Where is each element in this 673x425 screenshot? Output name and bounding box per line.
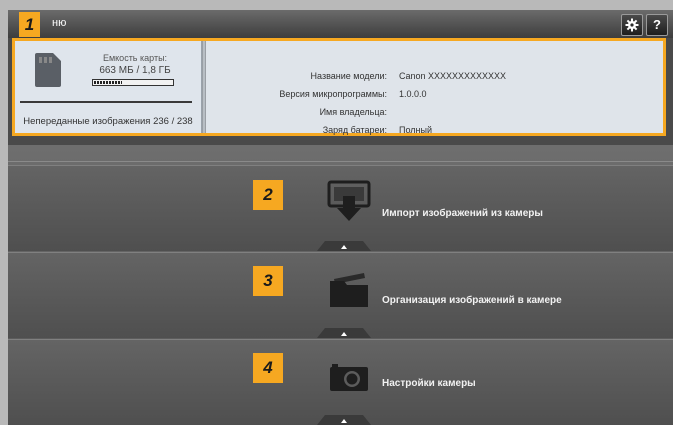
main-menu: Импорт изображений из камеры Организация… (8, 145, 673, 425)
camera-info-panel: Емкость карты: 663 МБ / 1,8 ГБ Непередан… (12, 38, 666, 136)
main-window: ню ? 1 Емкость карты: 663 МБ / 1,8 ГБ Не… (8, 10, 673, 425)
panel-divider (202, 41, 206, 133)
menu-label-organize: Организация изображений в камере (382, 295, 562, 306)
menu-label-camera-settings: Настройки камеры (382, 378, 476, 389)
info-row-battery: Заряд батареи: Полный (207, 125, 663, 137)
expand-tab-import[interactable] (317, 241, 371, 251)
firmware-label: Версия микропрограммы: (279, 89, 387, 99)
menu-item-organize[interactable]: Организация изображений в камере (8, 252, 673, 338)
model-value: Canon XXXXXXXXXXXXX (399, 71, 507, 81)
window-title: ню (52, 17, 67, 29)
expand-tab-organize[interactable] (317, 328, 371, 338)
settings-button[interactable] (621, 14, 643, 36)
gear-icon (625, 18, 639, 32)
step-badge-3: 3 (253, 266, 283, 296)
battery-label: Заряд батареи: (322, 125, 387, 135)
expand-arrow-icon (317, 328, 371, 338)
owner-label: Имя владельца: (319, 107, 387, 117)
firmware-value: 1.0.0.0 (399, 89, 427, 99)
step-badge-1: 1 (19, 12, 40, 37)
info-row-owner: Имя владельца: (207, 107, 663, 119)
info-row-model: Название модели: Canon XXXXXXXXXXXXX (207, 71, 663, 83)
expand-arrow-icon (317, 241, 371, 251)
capacity-label: Емкость карты: (102, 53, 168, 63)
menu-separator (8, 161, 673, 162)
camera-icon (330, 364, 368, 391)
capacity-bar (92, 79, 174, 86)
menu-label-import: Импорт изображений из камеры (382, 208, 543, 219)
menu-item-import[interactable]: Импорт изображений из камеры (8, 165, 673, 251)
sd-card-icon (35, 53, 61, 87)
camera-info: Название модели: Canon XXXXXXXXXXXXX Вер… (207, 41, 663, 135)
card-divider (20, 101, 192, 103)
menu-item-camera-settings[interactable]: Настройки камеры (8, 339, 673, 425)
step-badge-2: 2 (253, 180, 283, 210)
battery-value: Полный (399, 125, 432, 135)
memory-card-box: Емкость карты: 663 МБ / 1,8 ГБ Непередан… (15, 41, 202, 133)
folder-icon (330, 273, 368, 307)
capacity-bar-fill (94, 81, 122, 84)
capacity-value: 663 МБ / 1,8 ГБ (99, 65, 171, 76)
title-bar: ню ? (8, 10, 673, 38)
step-badge-4: 4 (253, 353, 283, 383)
info-row-firmware: Версия микропрограммы: 1.0.0.0 (207, 89, 663, 101)
import-icon (327, 180, 371, 221)
model-label: Название модели: (310, 71, 387, 81)
untransferred-images-count: Непереданные изображения 236 / 238 (23, 116, 193, 127)
help-button[interactable]: ? (646, 14, 668, 36)
